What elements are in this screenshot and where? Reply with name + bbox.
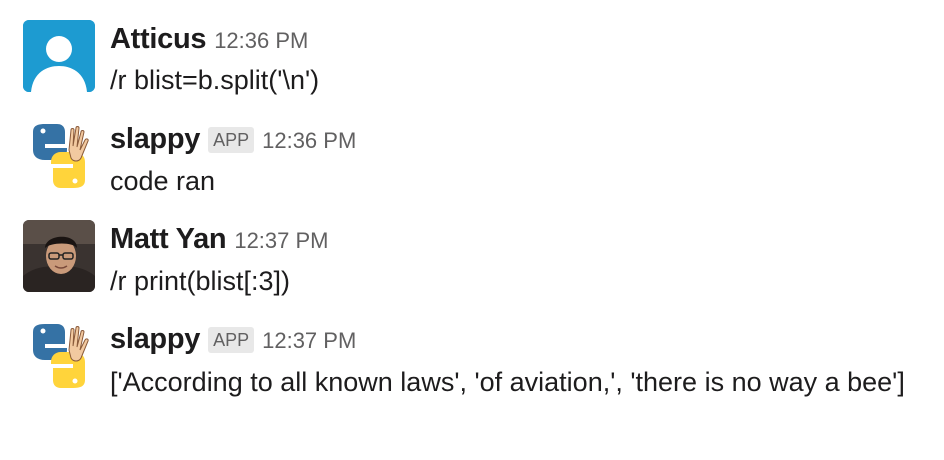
message-row: slappy APP 12:37 PM ['According to all kno… (0, 300, 944, 460)
message-header: Atticus 12:36 PM (110, 21, 308, 62)
message-header: slappy APP 12:37 PM (110, 321, 356, 362)
author-name[interactable]: Atticus (110, 23, 206, 55)
message-row: Atticus 12:36 PM /r blist=b.split('\n') (0, 0, 944, 100)
author-name[interactable]: slappy (110, 323, 200, 355)
avatar[interactable] (23, 20, 95, 92)
message-text: code ran (110, 166, 216, 196)
message-header: slappy APP 12:36 PM (110, 121, 356, 162)
author-name[interactable]: slappy (110, 123, 200, 155)
avatar[interactable] (23, 320, 95, 392)
message-header: Matt Yan 12:37 PM (110, 221, 329, 262)
timestamp[interactable]: 12:37 PM (262, 328, 356, 353)
message-row: Matt Yan 12:37 PM /r print(blist[:3]) (0, 200, 944, 300)
author-name[interactable]: Matt Yan (110, 223, 227, 255)
timestamp[interactable]: 12:36 PM (214, 28, 308, 53)
avatar[interactable] (23, 120, 95, 192)
app-badge: APP (208, 326, 255, 353)
python-waving-hand-icon (23, 320, 95, 392)
user-photo-avatar (23, 220, 95, 292)
timestamp[interactable]: 12:37 PM (234, 228, 328, 253)
message-text: /r blist=b.split('\n') (110, 65, 320, 95)
message-text: ['According to all known laws', 'of avia… (110, 367, 905, 397)
timestamp[interactable]: 12:36 PM (262, 128, 356, 153)
avatar[interactable] (23, 220, 95, 292)
message-text: /r print(blist[:3]) (110, 266, 291, 296)
app-badge: APP (208, 126, 255, 153)
message-row: slappy APP 12:36 PM code ran (0, 100, 944, 200)
default-user-avatar-icon (23, 20, 95, 92)
python-waving-hand-icon (23, 120, 95, 192)
